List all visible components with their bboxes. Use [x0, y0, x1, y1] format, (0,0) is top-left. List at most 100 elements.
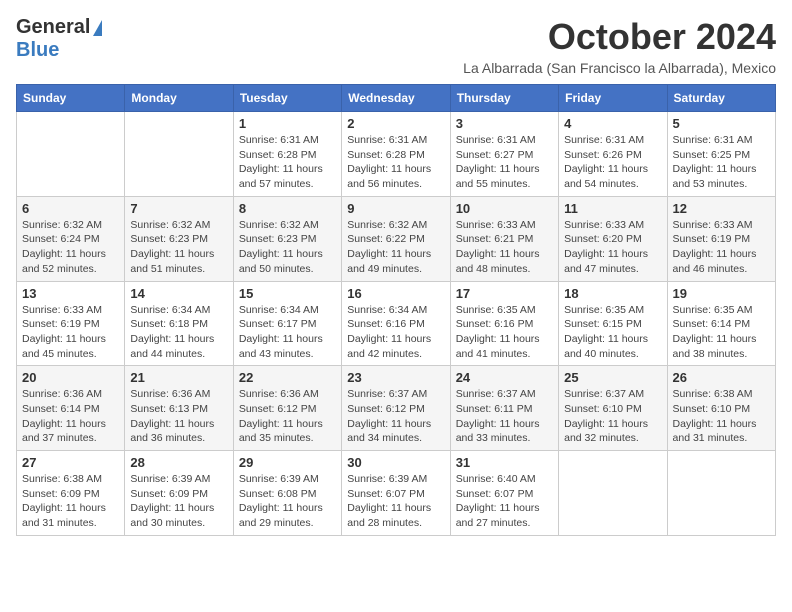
- day-number: 21: [130, 370, 227, 385]
- day-info: Sunrise: 6:33 AM Sunset: 6:20 PM Dayligh…: [564, 218, 661, 277]
- day-number: 3: [456, 116, 553, 131]
- day-number: 29: [239, 455, 336, 470]
- calendar-week-1: 1 Sunrise: 6:31 AM Sunset: 6:28 PM Daylig…: [17, 112, 776, 197]
- calendar-cell: 22Sunrise: 6:36 AM Sunset: 6:12 PM Dayli…: [233, 366, 341, 451]
- day-of-week-wednesday: Wednesday: [342, 85, 450, 112]
- calendar-cell: [17, 112, 125, 197]
- day-info: Sunrise: 6:31 AM Sunset: 6:26 PM Dayligh…: [564, 133, 661, 192]
- calendar-week-4: 20 Sunrise: 6:36 AM Sunset: 6:14 PM Dayli…: [17, 366, 776, 451]
- day-info: Sunrise: 6:37 AM Sunset: 6:12 PM Dayligh…: [347, 387, 444, 446]
- calendar-cell: 13Sunrise: 6:33 AM Sunset: 6:19 PM Dayli…: [17, 281, 125, 366]
- calendar-cell: 18 Sunrise: 6:35 AM Sunset: 6:15 PM Dayli…: [559, 281, 667, 366]
- day-info: Sunrise: 6:31 AM Sunset: 6:28 PM Dayligh…: [347, 133, 444, 192]
- calendar-cell: 23 Sunrise: 6:37 AM Sunset: 6:12 PM Dayli…: [342, 366, 450, 451]
- day-number: 27: [22, 455, 119, 470]
- day-number: 14: [130, 286, 227, 301]
- calendar-cell: 29 Sunrise: 6:39 AM Sunset: 6:08 PM Dayli…: [233, 451, 341, 536]
- day-number: 23: [347, 370, 444, 385]
- title-section: October 2024 La Albarrada (San Francisco…: [463, 16, 776, 76]
- calendar-header: SundayMondayTuesdayWednesdayThursdayFrid…: [17, 85, 776, 112]
- day-info: Sunrise: 6:39 AM Sunset: 6:09 PM Dayligh…: [130, 472, 227, 531]
- calendar-cell: 27 Sunrise: 6:38 AM Sunset: 6:09 PM Dayli…: [17, 451, 125, 536]
- calendar-cell: 17Sunrise: 6:35 AM Sunset: 6:16 PM Dayli…: [450, 281, 558, 366]
- day-info: Sunrise: 6:38 AM Sunset: 6:10 PM Dayligh…: [673, 387, 770, 446]
- day-info: Sunrise: 6:39 AM Sunset: 6:08 PM Dayligh…: [239, 472, 336, 531]
- calendar-cell: 20 Sunrise: 6:36 AM Sunset: 6:14 PM Dayli…: [17, 366, 125, 451]
- calendar-week-2: 6Sunrise: 6:32 AM Sunset: 6:24 PM Daylig…: [17, 196, 776, 281]
- page-header: General Blue October 2024 La Albarrada (…: [16, 16, 776, 76]
- day-number: 22: [239, 370, 336, 385]
- day-number: 12: [673, 201, 770, 216]
- day-info: Sunrise: 6:32 AM Sunset: 6:23 PM Dayligh…: [239, 218, 336, 277]
- calendar-cell: 9Sunrise: 6:32 AM Sunset: 6:22 PM Daylig…: [342, 196, 450, 281]
- days-of-week-row: SundayMondayTuesdayWednesdayThursdayFrid…: [17, 85, 776, 112]
- day-info: Sunrise: 6:35 AM Sunset: 6:14 PM Dayligh…: [673, 303, 770, 362]
- day-number: 7: [130, 201, 227, 216]
- calendar-cell: 26 Sunrise: 6:38 AM Sunset: 6:10 PM Dayli…: [667, 366, 775, 451]
- day-info: Sunrise: 6:38 AM Sunset: 6:09 PM Dayligh…: [22, 472, 119, 531]
- day-number: 18: [564, 286, 661, 301]
- day-of-week-thursday: Thursday: [450, 85, 558, 112]
- calendar-cell: 7 Sunrise: 6:32 AM Sunset: 6:23 PM Daylig…: [125, 196, 233, 281]
- day-number: 15: [239, 286, 336, 301]
- day-of-week-monday: Monday: [125, 85, 233, 112]
- calendar-cell: 14 Sunrise: 6:34 AM Sunset: 6:18 PM Dayli…: [125, 281, 233, 366]
- calendar-week-3: 13Sunrise: 6:33 AM Sunset: 6:19 PM Dayli…: [17, 281, 776, 366]
- logo-blue: Blue: [16, 39, 59, 61]
- day-number: 1: [239, 116, 336, 131]
- calendar-cell: 10Sunrise: 6:33 AM Sunset: 6:21 PM Dayli…: [450, 196, 558, 281]
- logo-general: General: [16, 16, 90, 39]
- day-number: 20: [22, 370, 119, 385]
- calendar-cell: 16 Sunrise: 6:34 AM Sunset: 6:16 PM Dayli…: [342, 281, 450, 366]
- calendar-cell: 5 Sunrise: 6:31 AM Sunset: 6:25 PM Daylig…: [667, 112, 775, 197]
- calendar-cell: 11 Sunrise: 6:33 AM Sunset: 6:20 PM Dayli…: [559, 196, 667, 281]
- day-info: Sunrise: 6:39 AM Sunset: 6:07 PM Dayligh…: [347, 472, 444, 531]
- day-of-week-friday: Friday: [559, 85, 667, 112]
- day-info: Sunrise: 6:32 AM Sunset: 6:24 PM Dayligh…: [22, 218, 119, 277]
- month-title: October 2024: [463, 16, 776, 58]
- day-info: Sunrise: 6:36 AM Sunset: 6:14 PM Dayligh…: [22, 387, 119, 446]
- day-number: 26: [673, 370, 770, 385]
- day-number: 17: [456, 286, 553, 301]
- day-info: Sunrise: 6:34 AM Sunset: 6:16 PM Dayligh…: [347, 303, 444, 362]
- day-number: 13: [22, 286, 119, 301]
- day-info: Sunrise: 6:31 AM Sunset: 6:25 PM Dayligh…: [673, 133, 770, 192]
- calendar-cell: 6Sunrise: 6:32 AM Sunset: 6:24 PM Daylig…: [17, 196, 125, 281]
- day-number: 10: [456, 201, 553, 216]
- calendar-cell: 21 Sunrise: 6:36 AM Sunset: 6:13 PM Dayli…: [125, 366, 233, 451]
- day-info: Sunrise: 6:31 AM Sunset: 6:28 PM Dayligh…: [239, 133, 336, 192]
- calendar-cell: [667, 451, 775, 536]
- day-info: Sunrise: 6:31 AM Sunset: 6:27 PM Dayligh…: [456, 133, 553, 192]
- calendar-cell: 31Sunrise: 6:40 AM Sunset: 6:07 PM Dayli…: [450, 451, 558, 536]
- day-info: Sunrise: 6:36 AM Sunset: 6:13 PM Dayligh…: [130, 387, 227, 446]
- day-info: Sunrise: 6:35 AM Sunset: 6:15 PM Dayligh…: [564, 303, 661, 362]
- day-of-week-sunday: Sunday: [17, 85, 125, 112]
- day-number: 30: [347, 455, 444, 470]
- calendar-cell: 19Sunrise: 6:35 AM Sunset: 6:14 PM Dayli…: [667, 281, 775, 366]
- calendar-cell: 25 Sunrise: 6:37 AM Sunset: 6:10 PM Dayli…: [559, 366, 667, 451]
- day-number: 11: [564, 201, 661, 216]
- logo: General Blue: [16, 16, 102, 62]
- day-of-week-saturday: Saturday: [667, 85, 775, 112]
- day-number: 31: [456, 455, 553, 470]
- calendar-week-5: 27 Sunrise: 6:38 AM Sunset: 6:09 PM Dayli…: [17, 451, 776, 536]
- day-number: 5: [673, 116, 770, 131]
- calendar-body: 1 Sunrise: 6:31 AM Sunset: 6:28 PM Daylig…: [17, 112, 776, 536]
- day-number: 9: [347, 201, 444, 216]
- day-number: 25: [564, 370, 661, 385]
- calendar-cell: 28Sunrise: 6:39 AM Sunset: 6:09 PM Dayli…: [125, 451, 233, 536]
- calendar-cell: 15 Sunrise: 6:34 AM Sunset: 6:17 PM Dayli…: [233, 281, 341, 366]
- day-info: Sunrise: 6:34 AM Sunset: 6:17 PM Dayligh…: [239, 303, 336, 362]
- calendar-cell: 12Sunrise: 6:33 AM Sunset: 6:19 PM Dayli…: [667, 196, 775, 281]
- day-number: 4: [564, 116, 661, 131]
- day-info: Sunrise: 6:37 AM Sunset: 6:11 PM Dayligh…: [456, 387, 553, 446]
- calendar-cell: [125, 112, 233, 197]
- calendar-cell: 1 Sunrise: 6:31 AM Sunset: 6:28 PM Daylig…: [233, 112, 341, 197]
- day-number: 8: [239, 201, 336, 216]
- day-info: Sunrise: 6:37 AM Sunset: 6:10 PM Dayligh…: [564, 387, 661, 446]
- day-number: 16: [347, 286, 444, 301]
- day-info: Sunrise: 6:34 AM Sunset: 6:18 PM Dayligh…: [130, 303, 227, 362]
- calendar-cell: 24Sunrise: 6:37 AM Sunset: 6:11 PM Dayli…: [450, 366, 558, 451]
- calendar-cell: 30 Sunrise: 6:39 AM Sunset: 6:07 PM Dayli…: [342, 451, 450, 536]
- day-info: Sunrise: 6:32 AM Sunset: 6:23 PM Dayligh…: [130, 218, 227, 277]
